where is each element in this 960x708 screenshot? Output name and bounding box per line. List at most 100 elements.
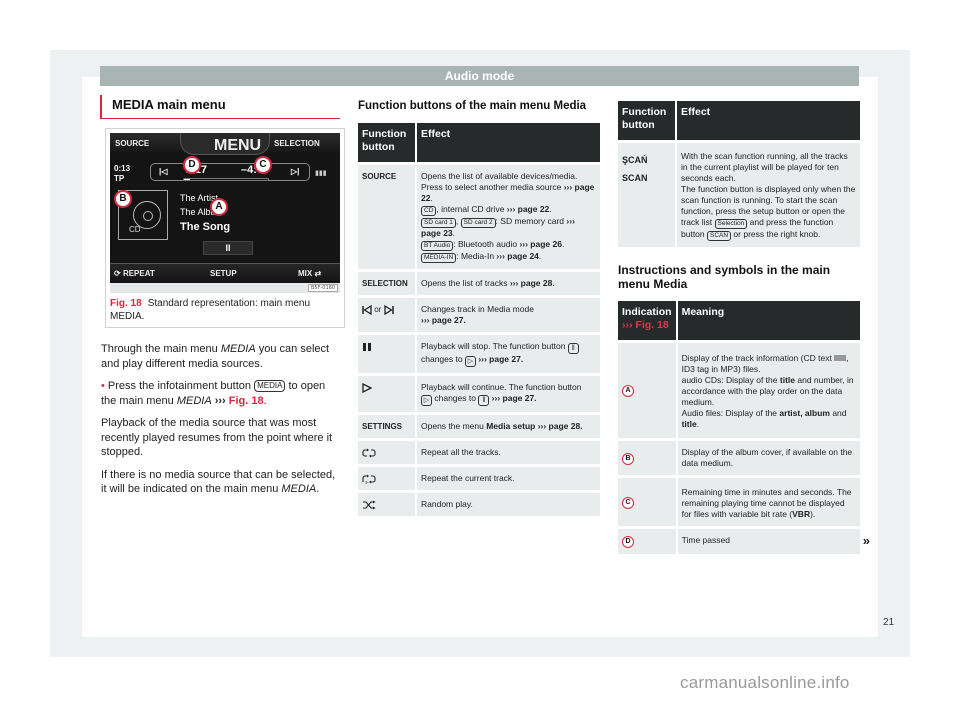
text-bold: title	[681, 419, 697, 429]
text: Through the main menu	[101, 343, 221, 355]
repeat-one-icon: 1-	[362, 474, 376, 484]
page-link[interactable]: ››› page 24	[496, 251, 539, 261]
meaning-c: Remaining time in minutes and sec­onds. …	[676, 475, 860, 528]
mix-button: MIX ⇄	[298, 269, 321, 278]
text: changes to	[421, 354, 465, 364]
function-repeat-one: 1-	[358, 464, 417, 492]
text: Opens the list of available devices/medi…	[421, 171, 578, 192]
section-title: MEDIA main menu	[100, 95, 340, 119]
text: With the scan function running, all the …	[681, 151, 848, 183]
bt-audio-key: BT Audio	[421, 241, 454, 251]
mix-label: MIX	[298, 269, 313, 278]
effect-source: Opens the list of available devices/medi…	[416, 162, 600, 271]
table-header-row: Function button Effect	[618, 101, 860, 142]
function-selection: SELECTION	[358, 269, 417, 297]
effect-pause: Playback will stop. The function button …	[416, 332, 600, 375]
svg-text:1-: 1-	[365, 479, 369, 484]
cd-key: CD	[421, 206, 437, 216]
screen-bottom-bar: ⟳ REPEAT SETUP MIX ⇄	[110, 263, 340, 283]
text-emphasis: MEDIA	[176, 394, 212, 407]
signal-icon: ▮▮▮	[315, 170, 327, 177]
scan-active-label: ŞCAŃ	[622, 155, 648, 165]
table-row: SOURCE Opens the list of available devic…	[358, 162, 600, 271]
page-link[interactable]: ››› page 28.	[510, 278, 555, 288]
sd-card-1-key: SD card 1	[421, 218, 456, 228]
callout-a-icon: A	[622, 385, 634, 397]
text: Time passed	[681, 535, 730, 545]
table-header-row: Function button Effect	[358, 123, 600, 164]
shuffle-icon	[363, 500, 376, 510]
pause-key-icon: ‖	[567, 343, 579, 354]
text: .	[696, 419, 700, 429]
scan-table: Function button Effect ŞCAŃ SCAN With …	[618, 101, 860, 247]
effect-shuffle: Random play.	[416, 490, 600, 516]
function-skip: or	[358, 295, 417, 334]
text-bold: Media setup	[486, 421, 536, 431]
table-row: Playback will stop. The function button …	[358, 332, 600, 375]
text: Audio files: Display of the	[681, 408, 780, 418]
track-progress-panel: |◁ 0:17 –4:00 ▷|	[150, 163, 310, 181]
page-link[interactable]: ››› page 27.	[476, 354, 523, 364]
play-key-icon: ▷	[421, 395, 432, 406]
effect-selection: Opens the list of tracks ››› page 28.	[416, 269, 600, 297]
table-row: Repeat all the tracks.	[358, 438, 600, 466]
scan-key: SCAN	[707, 231, 732, 241]
media-key: MEDIA	[254, 380, 286, 392]
selection-key: Selection	[714, 219, 748, 229]
function-pause	[358, 332, 417, 375]
meaning-d: Time passed »	[676, 526, 870, 554]
figure-code: B5F-0160	[307, 284, 338, 292]
function-settings: SETTINGS	[358, 412, 417, 440]
figure-link[interactable]: Fig. 18	[229, 395, 264, 407]
table-row: A Display of the track information (CD t…	[618, 340, 860, 440]
callout-c-icon: C	[622, 496, 634, 509]
text: or press the right knob.	[731, 229, 821, 239]
meaning-a: Display of the track information (CD tex…	[676, 340, 860, 440]
text: and	[829, 408, 847, 418]
repeat-all-icon	[362, 448, 376, 458]
text-emphasis: MEDIA	[220, 343, 256, 355]
progress-bar	[183, 178, 269, 181]
table-row: ŞCAŃ SCAN With the scan function runni…	[618, 140, 860, 247]
figure-strip: B5F-0160	[110, 283, 340, 293]
page-link[interactable]: ››› page 27.	[489, 393, 537, 403]
header-function-button: Function button	[618, 101, 677, 142]
pause-key-icon: ‖	[478, 395, 490, 406]
effect-repeat-all: Repeat all the tracks.	[416, 438, 600, 466]
text: ).	[810, 509, 816, 519]
table-row: SETTINGS Opens the menu Media setup ››› …	[358, 412, 600, 440]
text: Changes track in Media mode	[421, 304, 534, 314]
page-link[interactable]: ››› page 26	[519, 239, 562, 249]
text: Playback will stop. The function button	[421, 341, 568, 351]
body-text: Through the main menu MEDIA you can se­l…	[101, 342, 340, 497]
text-bold: title	[779, 375, 795, 385]
setup-button: SETUP	[210, 269, 237, 278]
callout-c: C	[254, 156, 272, 174]
header-indication-label: Indication	[622, 306, 672, 318]
callout-b-icon: B	[622, 452, 634, 465]
progress-fill	[184, 179, 190, 180]
table-header-row: Indication ››› Fig. 18 Meaning	[618, 301, 860, 342]
arrow-reference: ›››	[211, 394, 229, 407]
paragraph-intro: Through the main menu MEDIA you can se­l…	[101, 342, 340, 371]
function-table-title: Function buttons of the main menu Media	[358, 100, 587, 112]
figure-number: Fig. 18	[110, 298, 142, 309]
cd-label: CD	[129, 225, 141, 234]
chapter-header: Audio mode	[100, 66, 859, 86]
callout-b: B	[114, 190, 132, 208]
play-key-icon: ▷	[464, 356, 476, 367]
page-link[interactable]: ››› page 28.	[535, 421, 583, 431]
meaning-b: Display of the album cover, if available…	[676, 438, 860, 477]
figure-link[interactable]: ››› Fig. 18	[622, 319, 669, 331]
skip-forward-icon	[383, 304, 394, 316]
page-link[interactable]: ››› page 27.	[421, 315, 466, 325]
watermark: carmanualsonline.info	[680, 673, 850, 692]
text: audio CDs: Display of the	[681, 375, 780, 385]
page-link[interactable]: ››› page 22	[507, 204, 550, 214]
left-column: MEDIA main menu SOURCE SELECTION MENU 0:…	[100, 95, 345, 505]
source-button: SOURCE	[115, 139, 150, 148]
sd-card-2-key: SD card 2	[460, 218, 496, 228]
effect-skip: Changes track in Media mode ››› page 27.	[416, 295, 600, 334]
table-row: Random play.	[358, 490, 600, 516]
menu-tab: MENU	[180, 133, 270, 155]
